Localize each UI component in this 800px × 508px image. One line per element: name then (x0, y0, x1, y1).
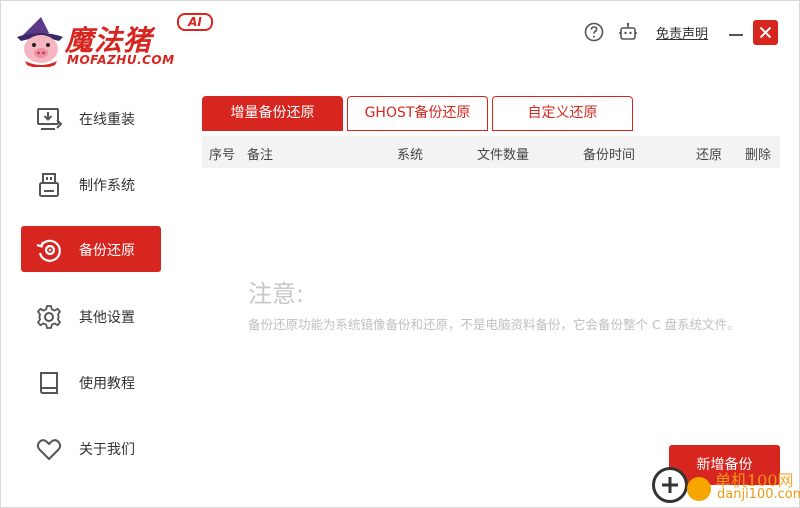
tab-incremental-backup[interactable]: 增量备份还原 (202, 96, 343, 131)
usb-drive-icon (39, 173, 59, 197)
backup-restore-icon (36, 239, 61, 262)
watermark-plus-icon (652, 467, 688, 503)
column-header-restore: 还原 (696, 148, 723, 163)
column-header-file-count: 文件数量 (477, 148, 530, 163)
column-header-backup-time: 备份时间 (583, 148, 636, 163)
close-button[interactable] (753, 20, 778, 45)
sidebar-item-label: 制作系统 (79, 178, 135, 194)
logo-subtitle: MOFAZHU.COM (67, 53, 175, 67)
sidebar-item-label: 在线重装 (79, 112, 135, 128)
app-logo: 魔法猪 MOFAZHU.COM AI (15, 13, 215, 73)
sidebar-item-label: 关于我们 (79, 442, 135, 458)
ai-badge: AI (177, 13, 213, 31)
sidebar-item-online-reinstall[interactable]: 在线重装 (21, 95, 161, 141)
sidebar-item-label: 使用教程 (79, 376, 135, 392)
notice-text: 备份还原功能为系统镜像备份和还原，不是电脑资料备份，它会备份整个 C 盘系统文件… (248, 317, 740, 332)
backup-tabs: 增量备份还原 GHOST备份还原 自定义还原 (202, 96, 782, 131)
tab-custom-restore[interactable]: 自定义还原 (492, 96, 633, 131)
sidebar-item-label: 备份还原 (79, 243, 135, 259)
watermark-url: danji100.com (717, 487, 800, 502)
notice-title: 注意: (248, 280, 305, 308)
gear-icon (37, 305, 61, 329)
column-header-note: 备注 (247, 148, 274, 163)
sidebar-item-about-us[interactable]: 关于我们 (21, 425, 161, 471)
monitor-download-icon (37, 108, 63, 130)
column-header-delete: 删除 (745, 148, 772, 163)
book-icon (40, 372, 58, 394)
disclaimer-link[interactable]: 免责声明 (656, 23, 708, 42)
column-header-index: 序号 (209, 148, 236, 163)
question-circle-icon[interactable] (583, 21, 605, 43)
sidebar-item-tutorial[interactable]: 使用教程 (21, 359, 161, 405)
sidebar-item-other-settings[interactable]: 其他设置 (21, 293, 161, 339)
minimize-button[interactable] (727, 21, 745, 43)
pig-wizard-icon (17, 17, 63, 67)
heart-icon (36, 439, 62, 460)
sidebar-item-backup-restore[interactable]: 备份还原 (21, 226, 161, 272)
column-header-system: 系统 (397, 148, 424, 163)
tab-ghost-backup[interactable]: GHOST备份还原 (347, 96, 488, 131)
watermark-dot-icon (687, 477, 711, 501)
close-icon (759, 26, 772, 39)
plus-icon (662, 477, 678, 493)
sidebar-item-make-system[interactable]: 制作系统 (21, 161, 161, 207)
app-window: 魔法猪 MOFAZHU.COM AI 免责声明 在线重装 制作系统 备份还原 其… (0, 0, 800, 508)
robot-icon[interactable] (617, 21, 639, 43)
title-bar: 魔法猪 MOFAZHU.COM AI 免责声明 (1, 1, 799, 77)
backup-table-header: 序号 备注 系统 文件数量 备份时间 还原 删除 (202, 136, 780, 168)
sidebar-item-label: 其他设置 (79, 310, 135, 326)
